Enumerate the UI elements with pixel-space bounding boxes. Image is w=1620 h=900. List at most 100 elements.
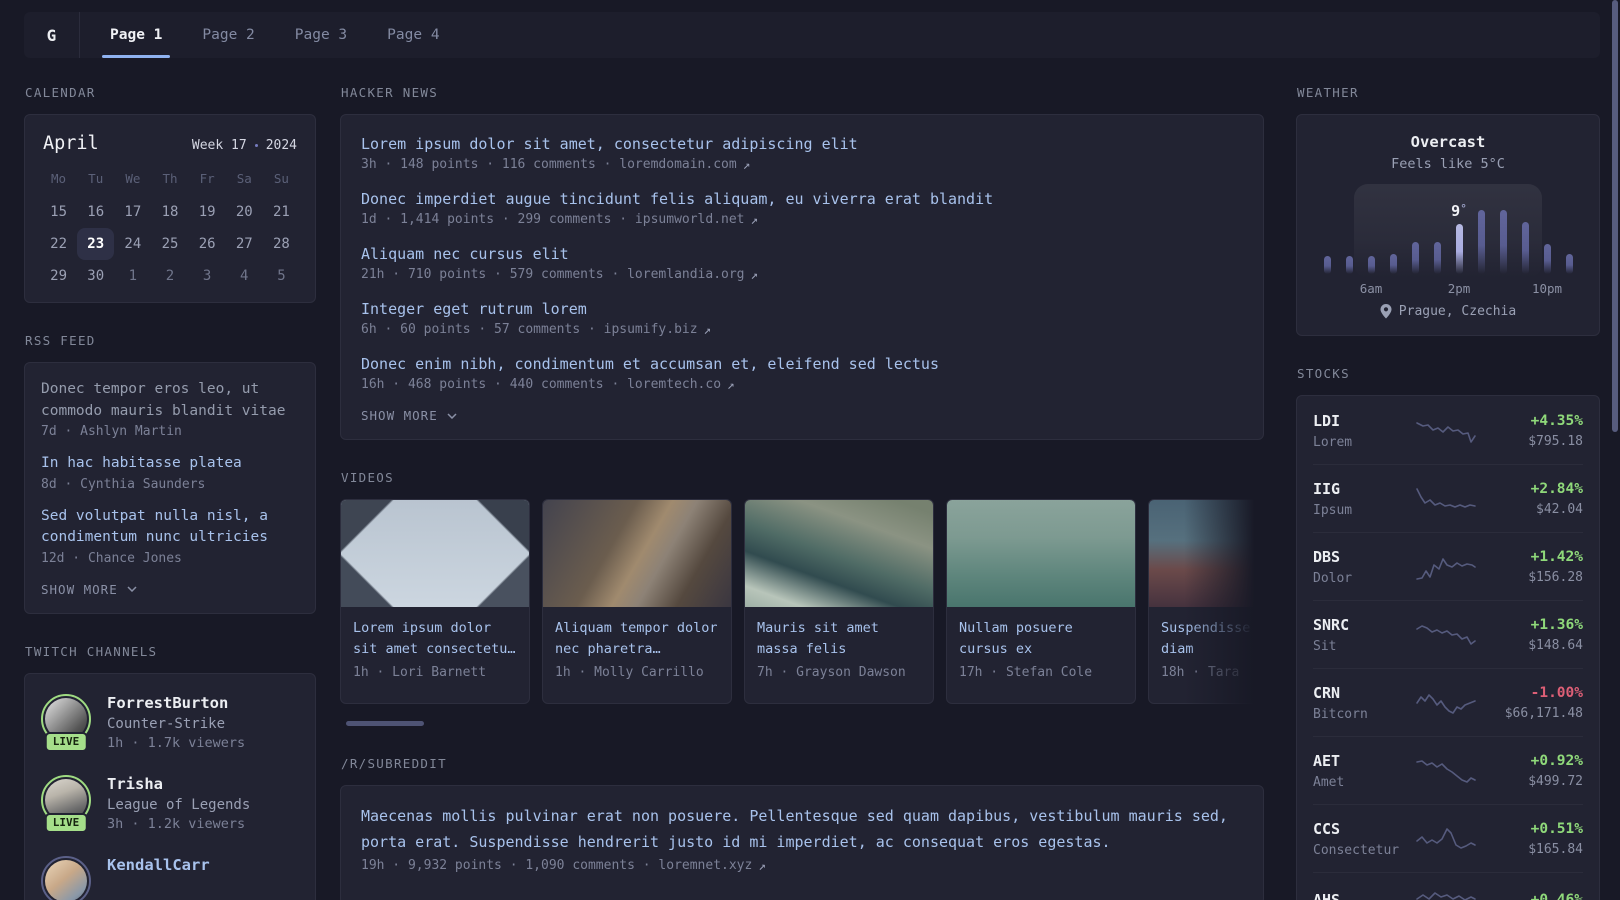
stock-sparkline [1416,487,1476,508]
rss-show-more-button[interactable]: SHOW MORE [41,582,299,597]
video-title[interactable]: Mauris sit amet massa felis [757,618,921,660]
external-link-icon[interactable]: ↗ [751,212,759,227]
calendar-day: 24 [124,236,142,252]
weather-bar [1514,222,1536,274]
external-link-icon[interactable]: ↗ [751,267,759,282]
video-thumbnail[interactable] [1149,500,1264,607]
rss-item[interactable]: Donec tempor eros leo, ut commodo mauris… [41,379,299,439]
stock-symbol[interactable]: CRN [1313,684,1409,702]
video-thumbnail[interactable] [947,500,1135,607]
tab-page-2[interactable]: Page 2 [202,12,254,58]
video-title[interactable]: Lorem ipsum dolor sit amet consectetu… [353,618,517,660]
stock-row[interactable]: LDI Lorem +4.35% $795.18 [1313,397,1583,464]
stock-row[interactable]: IIG Ipsum +2.84% $42.04 [1313,464,1583,532]
video-card[interactable]: Mauris sit amet massa felis 7h · Grayson… [744,499,934,704]
external-link-icon[interactable]: ↗ [727,377,735,392]
stock-row[interactable]: SNRC Sit +1.36% $148.64 [1313,600,1583,668]
middle-column: HACKER NEWS Lorem ipsum dolor sit amet, … [340,85,1264,900]
calendar-day: 30 [87,268,105,284]
twitch-channel-row[interactable]: LIVE ForrestBurton Counter-Strike 1h · 1… [41,693,299,752]
calendar-day: 5 [277,268,286,284]
rss-item[interactable]: In hac habitasse platea 8d · Cynthia Sau… [41,453,299,492]
rss-widget: RSS FEED Donec tempor eros leo, ut commo… [24,333,316,614]
stock-change: +0.51% [1530,820,1583,837]
stock-symbol[interactable]: CCS [1313,820,1409,838]
video-card[interactable]: Suspendisse diam 18h · Tara [1148,499,1264,704]
tab-page-4[interactable]: Page 4 [387,12,439,58]
stock-sparkline [1416,759,1476,783]
calendar-day: 17 [124,204,142,220]
stock-change: +1.42% [1530,548,1583,565]
external-link-icon[interactable]: ↗ [704,322,712,337]
stock-change: +0.46% [1530,892,1583,900]
carousel-scrollbar[interactable] [346,721,424,726]
video-title[interactable]: Nullam posuere cursus ex [959,618,1123,660]
stock-row[interactable]: DBS Dolor +1.42% $156.28 [1313,532,1583,600]
hn-item-title[interactable]: Donec imperdiet augue tincidunt felis al… [361,188,1243,210]
hn-item-meta: 1d · 1,414 points · 299 comments · ipsum… [361,212,745,227]
rss-item[interactable]: Sed volutpat nulla nisl, a condimentum n… [41,506,299,566]
stock-symbol[interactable]: AET [1313,752,1409,770]
hn-item-meta: 16h · 468 points · 440 comments · loremt… [361,377,722,392]
stock-row[interactable]: AET Amet +0.92% $499.72 [1313,736,1583,804]
rss-item-title[interactable]: In hac habitasse platea [41,453,299,475]
external-link-icon[interactable]: ↗ [758,858,766,873]
tab-page-3[interactable]: Page 3 [295,12,347,58]
calendar-month: April [43,133,99,154]
external-link-icon[interactable]: ↗ [743,157,751,172]
weather-header: WEATHER [1297,85,1359,100]
twitch-channel-name[interactable]: ForrestBurton [107,694,245,712]
twitch-game[interactable]: Counter-Strike [107,716,245,732]
hn-item-title[interactable]: Integer eget rutrum lorem [361,298,1243,320]
dot-separator [254,144,258,147]
video-title[interactable]: Suspendisse diam [1161,618,1264,660]
rss-item-title[interactable]: Sed volutpat nulla nisl, a condimentum n… [41,506,299,549]
stock-symbol[interactable]: AHS [1313,891,1409,900]
twitch-channel-row[interactable]: LIVE Trisha League of Legends 3h · 1.2k … [41,774,299,833]
reddit-post-title[interactable]: Maecenas mollis pulvinar erat non posuer… [361,803,1243,855]
hackernews-header: HACKER NEWS [341,85,439,100]
calendar-day: 4 [240,268,249,284]
weather-bar [1470,210,1492,274]
video-card[interactable]: Aliquam tempor dolor nec pharetra… 1h · … [542,499,732,704]
hn-item-meta: 3h · 148 points · 116 comments · loremdo… [361,157,737,172]
stock-symbol[interactable]: IIG [1313,480,1409,498]
hn-item-title[interactable]: Donec enim nibh, condimentum et accumsan… [361,353,1243,375]
stock-row[interactable]: CCS Consectetur +0.51% $165.84 [1313,804,1583,872]
app-logo[interactable]: G [24,12,80,58]
stock-price: $66,171.48 [1504,705,1583,721]
show-more-label: SHOW MORE [41,581,118,597]
location-pin-icon [1380,304,1392,319]
video-thumbnail[interactable] [745,500,933,607]
twitch-game[interactable]: League of Legends [107,797,250,813]
stock-sparkline [1416,421,1476,443]
weather-bar [1426,242,1448,274]
twitch-channel-name[interactable]: Trisha [107,775,250,793]
twitch-channel-name[interactable]: KendallCarr [107,856,210,874]
page-scrollbar[interactable] [1612,0,1618,432]
calendar-day: 29 [50,268,67,284]
weather-bar [1492,210,1514,274]
rss-item-title[interactable]: Donec tempor eros leo, ut commodo mauris… [41,379,299,422]
stock-symbol[interactable]: DBS [1313,548,1409,566]
hn-show-more-button[interactable]: SHOW MORE [361,408,1243,423]
stock-row[interactable]: AHS +0.46% [1313,872,1583,900]
video-thumbnail[interactable] [341,500,529,607]
stocks-header: STOCKS [1297,366,1350,381]
video-thumbnail[interactable] [543,500,731,607]
hn-item-title[interactable]: Lorem ipsum dolor sit amet, consectetur … [361,133,1243,155]
calendar-weekday: Sa [236,171,252,186]
stock-symbol[interactable]: SNRC [1313,616,1409,634]
video-title[interactable]: Aliquam tempor dolor nec pharetra… [555,618,719,660]
stock-sparkline [1416,693,1476,714]
weather-chart: 9° 6am 2pm 10pm [1316,178,1580,296]
video-card[interactable]: Lorem ipsum dolor sit amet consectetu… 1… [340,499,530,704]
hn-item-title[interactable]: Aliquam nec cursus elit [361,243,1243,265]
stock-row[interactable]: CRN Bitcorn -1.00% $66,171.48 [1313,668,1583,736]
calendar-day: 16 [87,204,105,220]
twitch-channel-row[interactable]: KendallCarr [41,855,299,900]
stock-symbol[interactable]: LDI [1313,412,1409,430]
weather-axis-label: 10pm [1531,281,1563,296]
video-card[interactable]: Nullam posuere cursus ex 17h · Stefan Co… [946,499,1136,704]
tab-page-1[interactable]: Page 1 [101,12,171,58]
